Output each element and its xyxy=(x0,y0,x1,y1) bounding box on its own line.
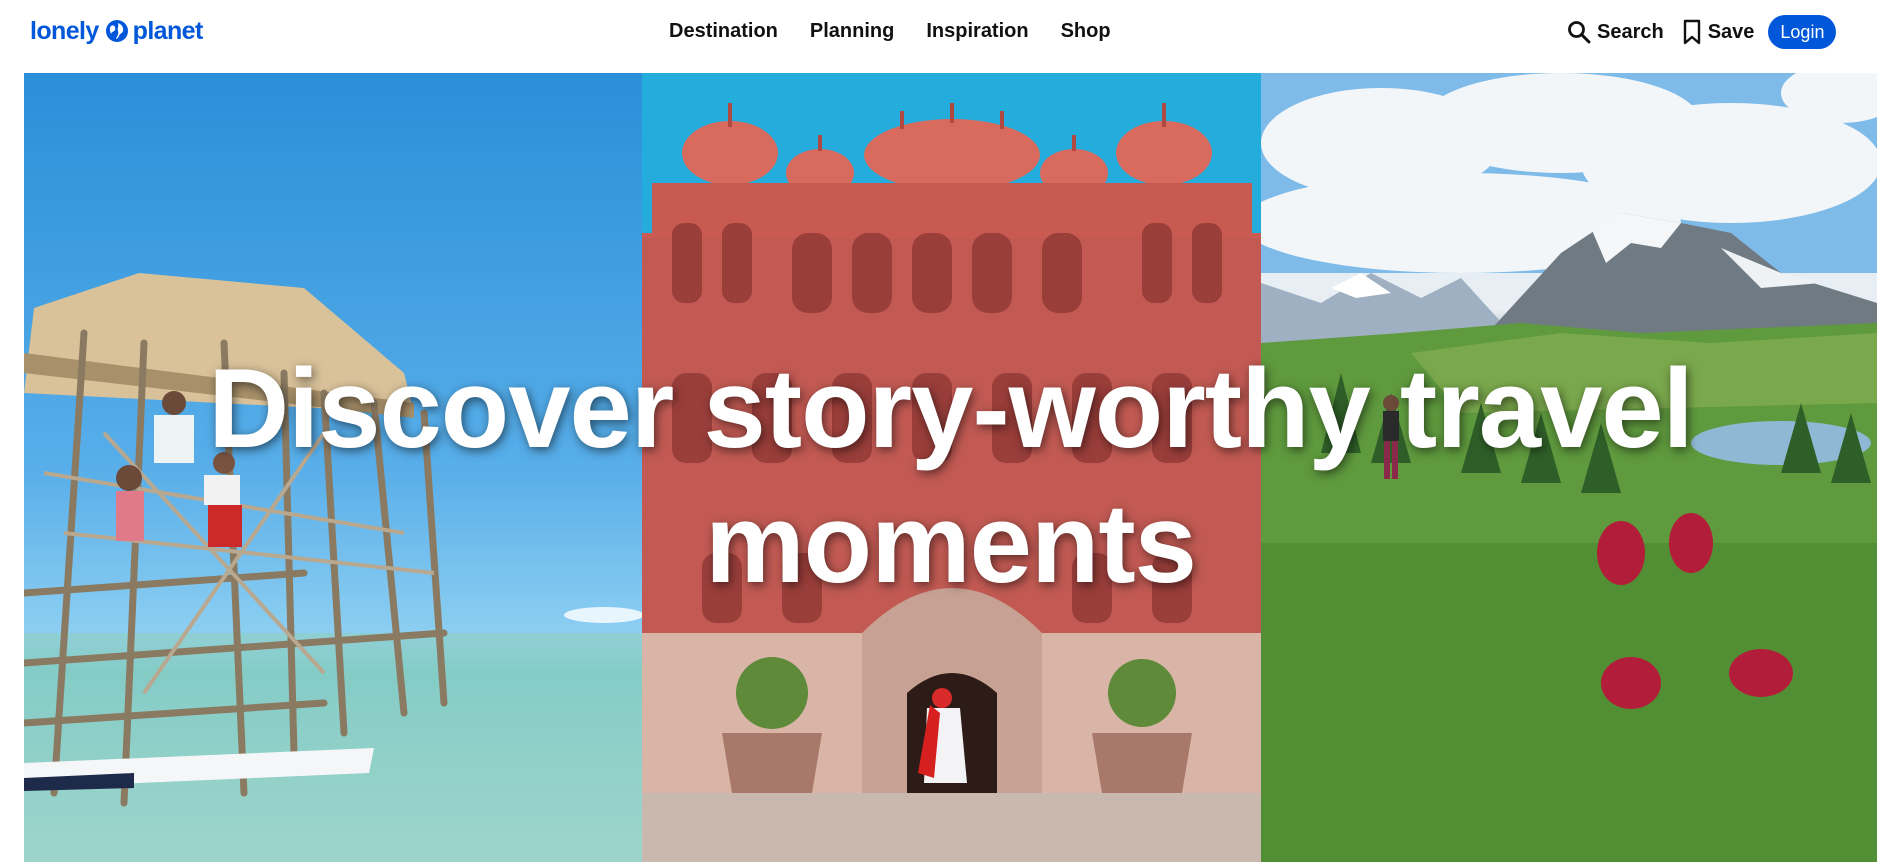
bookmark-icon xyxy=(1683,19,1700,45)
hero-image-beach-hut xyxy=(24,73,642,862)
nav-inspiration[interactable]: Inspiration xyxy=(926,19,1028,43)
nav-shop[interactable]: Shop xyxy=(1061,19,1111,43)
main-nav: Destination Planning Inspiration Shop xyxy=(669,19,1143,43)
site-header: lonely planet Destination Planning Inspi… xyxy=(0,0,1896,73)
search-label: Search xyxy=(1597,20,1664,43)
lonely-planet-logo[interactable]: lonely planet xyxy=(30,16,203,46)
search-icon xyxy=(1568,21,1591,44)
nav-planning[interactable]: Planning xyxy=(810,19,894,43)
hero-image-mountain-meadow xyxy=(1261,73,1877,862)
save-button[interactable]: Save xyxy=(1682,19,1755,45)
globe-icon xyxy=(105,20,128,42)
hero-image-pink-palace xyxy=(642,73,1261,862)
hero-banner: Discover story-worthy travel moments xyxy=(24,73,1877,862)
search-button[interactable]: Search xyxy=(1567,20,1664,44)
logo-text-lonely: lonely xyxy=(30,16,99,45)
header-actions: Search Save Login xyxy=(1567,14,1837,50)
logo-text-planet: planet xyxy=(132,16,204,45)
nav-destination[interactable]: Destination xyxy=(669,19,778,43)
save-label: Save xyxy=(1707,20,1755,43)
login-button[interactable]: Login xyxy=(1768,15,1837,49)
